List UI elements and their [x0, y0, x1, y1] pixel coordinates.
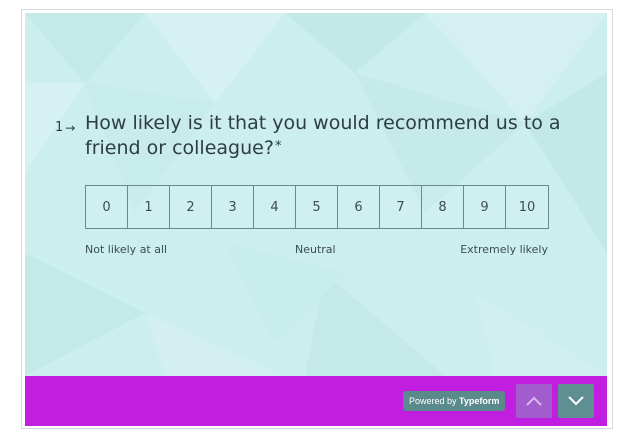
next-question-button[interactable]: [558, 384, 594, 418]
scale-option-9[interactable]: 9: [464, 186, 506, 228]
chevron-up-icon: [526, 396, 542, 406]
right-arrow-icon: →: [65, 120, 76, 135]
powered-by-prefix: Powered by: [409, 396, 460, 406]
question-number: 1 →: [55, 120, 75, 135]
scale-option-3[interactable]: 3: [212, 186, 254, 228]
scale-option-7[interactable]: 7: [380, 186, 422, 228]
powered-by-badge[interactable]: Powered by Typeform: [403, 391, 506, 411]
chevron-down-icon: [568, 396, 584, 406]
question-text: How likely is it that you would recommen…: [85, 112, 561, 159]
scale-option-6[interactable]: 6: [338, 186, 380, 228]
previous-question-button[interactable]: [516, 384, 552, 418]
question-number-label: 1: [55, 120, 64, 135]
scale-option-2[interactable]: 2: [170, 186, 212, 228]
opinion-scale: 0 1 2 3 4 5 6 7 8 9 10: [85, 185, 549, 229]
typeform-brand: Typeform: [459, 396, 500, 406]
form-footer: Powered by Typeform: [25, 376, 607, 426]
scale-label-high: Extremely likely: [460, 243, 548, 256]
scale-option-8[interactable]: 8: [422, 186, 464, 228]
scale-label-low: Not likely at all: [85, 243, 168, 256]
question-title: How likely is it that you would recommen…: [85, 111, 575, 161]
scale-option-1[interactable]: 1: [128, 186, 170, 228]
scale-option-4[interactable]: 4: [254, 186, 296, 228]
scale-option-0[interactable]: 0: [86, 186, 128, 228]
scale-option-5[interactable]: 5: [296, 186, 338, 228]
form-stage: 1 → How likely is it that you would reco…: [25, 13, 607, 376]
required-marker: *: [274, 139, 282, 154]
scale-option-10[interactable]: 10: [506, 186, 548, 228]
scale-label-mid: Neutral: [295, 243, 336, 256]
